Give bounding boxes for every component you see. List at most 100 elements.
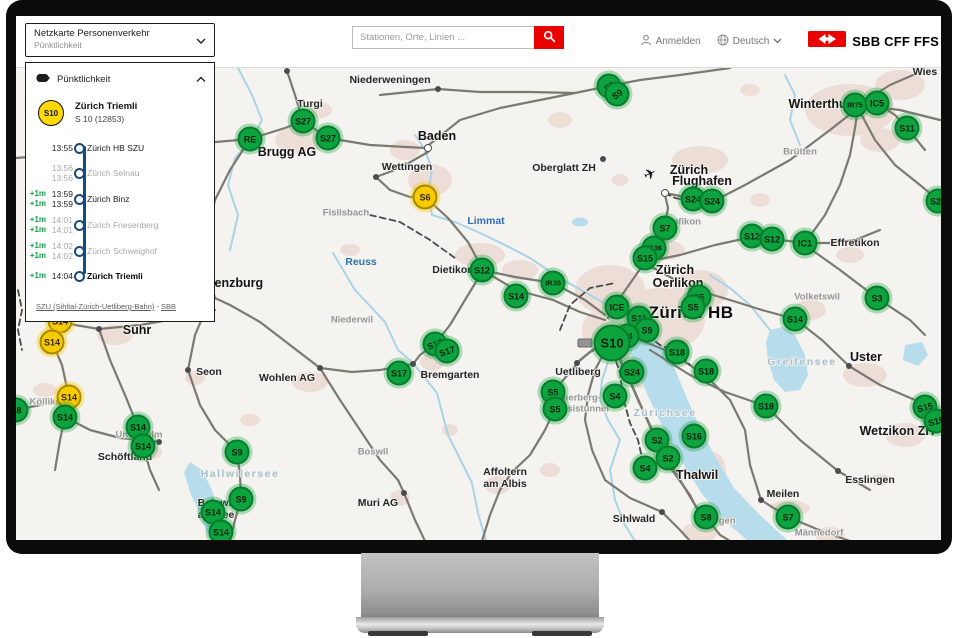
map-badge-re[interactable]: RE: [238, 127, 263, 152]
station-dot: [410, 361, 416, 367]
map-badge-s3[interactable]: S3: [865, 286, 890, 311]
stop-row: +1m+1m14:0114:01Zürich Friesenberg: [26, 212, 214, 238]
train-number: S 10 (12853): [75, 113, 137, 125]
search-input[interactable]: [352, 26, 534, 49]
map-label-dietikon: Dietikon: [432, 264, 473, 276]
stop-row: +1m14:04Zürich Triemli: [26, 264, 214, 288]
station-dot: [574, 360, 580, 366]
map-label-wohlen-ag: Wohlen AG: [259, 372, 315, 384]
map-label-hallwilersee: Hallwilersee: [201, 468, 280, 480]
map-label-niederwil: Niederwil: [331, 315, 373, 326]
map-label-greifensee: Greifensee: [767, 356, 836, 368]
stop-timeline: 13:55Zürich HB SZU13:5613:56Zürich Selna…: [26, 128, 214, 290]
stop-delay: +1m: [26, 271, 46, 281]
map-badge-s15[interactable]: S15: [633, 246, 658, 271]
panel-header[interactable]: Pünktlichkeit: [26, 63, 214, 94]
map-badge-ic1[interactable]: IC1: [793, 231, 818, 256]
login-button[interactable]: Anmelden: [640, 34, 701, 49]
map-badge-ic5[interactable]: IC5: [865, 91, 890, 116]
search-button[interactable]: [534, 26, 564, 49]
map-badge-s16[interactable]: S16: [682, 424, 707, 449]
map-badge-s11[interactable]: S11: [895, 116, 920, 141]
map-label-uster: Uster: [850, 350, 882, 364]
map-badge-s17[interactable]: S17: [387, 361, 412, 386]
map-badge-s9[interactable]: S9: [229, 487, 254, 512]
monitor-stand: [361, 553, 599, 619]
map-label-brugg-ag: Brugg AG: [258, 145, 317, 159]
chevron-up-icon[interactable]: [196, 70, 206, 88]
map-badge-s14[interactable]: S14: [40, 330, 65, 355]
stop-row: 13:5613:56 Zürich Selnau: [26, 160, 214, 186]
sbb-link[interactable]: SBB: [161, 302, 176, 311]
sbb-logo-text: SBB CFF FFS: [852, 34, 939, 49]
map-badge-s27[interactable]: S27: [316, 126, 341, 151]
map-badge-s4[interactable]: S4: [603, 384, 628, 409]
stop-time: 14:0214:02: [46, 241, 73, 261]
map-badge-s12[interactable]: S12: [470, 258, 495, 283]
map-badge-ir35[interactable]: IR35: [541, 271, 566, 296]
map-badge-s5[interactable]: S5: [681, 295, 706, 320]
map-label-fislisbach: Fislisbach: [323, 208, 369, 219]
language-selector[interactable]: Deutsch: [717, 34, 783, 49]
map-badge-s5[interactable]: S5: [543, 397, 568, 422]
chevron-down-icon: [196, 38, 206, 45]
layer-select-title: Netzkarte Personenverkehr: [34, 28, 206, 40]
stop-row: +1m+1m14:0214:02Zürich Schweighof: [26, 238, 214, 264]
map-badge-s24[interactable]: S24: [620, 360, 645, 385]
map-badge-s10[interactable]: S10: [594, 325, 631, 362]
operator-link[interactable]: SZU (Sihltal-Zürich-Uetliberg-Bahn): [36, 302, 154, 311]
monitor-foot-left: [368, 631, 428, 636]
map-badge-s4[interactable]: S4: [633, 456, 658, 481]
map-label-bremgarten: Bremgarten: [421, 369, 480, 381]
stop-name: Zürich Triemli: [85, 271, 214, 281]
stop-time: 13:5613:56: [46, 163, 73, 183]
punctuality-panel: Pünktlichkeit S10 Zürich Triemli S 10 (1…: [25, 62, 215, 322]
station-dot: [424, 144, 432, 152]
map-label-br-tten: Brütten: [783, 147, 817, 158]
map-badge-s18[interactable]: S18: [665, 340, 690, 365]
login-label: Anmelden: [656, 36, 701, 47]
map-badge-s14[interactable]: S14: [504, 284, 529, 309]
map-label-thalwil: Thalwil: [676, 468, 718, 482]
language-label: Deutsch: [733, 36, 770, 47]
train-name: Zürich Triemli: [75, 101, 137, 113]
station-dot: [317, 365, 323, 371]
map-badge-s14[interactable]: S14: [53, 405, 78, 430]
stop-name: Zürich Selnau: [85, 168, 214, 178]
station-dot: [659, 509, 665, 515]
map-badge-s18[interactable]: S18: [694, 359, 719, 384]
map-label-am-albis: am Albis: [483, 478, 526, 490]
app-screen: NiederweningenTurgiBadenBrugg AGWettinge…: [16, 16, 941, 540]
station-dot: [373, 174, 379, 180]
map-badge-s27[interactable]: S27: [291, 109, 316, 134]
sbb-logo[interactable]: SBB CFF FFS: [808, 31, 939, 52]
station-dot: [846, 363, 852, 369]
stop-name: Zürich Friesenberg: [85, 220, 214, 230]
map-label-wies: Wies: [913, 67, 937, 78]
map-badge-s8[interactable]: S8: [694, 505, 719, 530]
map-badge-s14[interactable]: S14: [209, 520, 234, 541]
map-badge-s18[interactable]: S18: [754, 394, 779, 419]
map-badge-s24[interactable]: S24: [700, 189, 725, 214]
station-dot: [185, 367, 191, 373]
map-badge-s6[interactable]: S6: [413, 185, 438, 210]
map-label-reuss: Reuss: [345, 256, 377, 268]
map-label-niederweningen: Niederweningen: [349, 74, 430, 86]
map-label-esslingen: Esslingen: [845, 474, 895, 486]
punctuality-icon: [36, 70, 50, 88]
map-badge-s7[interactable]: S7: [776, 505, 801, 530]
stop-time: 14:0114:01: [46, 215, 73, 235]
map-label-muri-ag: Muri AG: [358, 497, 398, 509]
map-label-sihlwald: Sihlwald: [613, 513, 656, 525]
stop-row: +1m+1m13:5913:59Zürich Binz: [26, 186, 214, 212]
map-badge-s12[interactable]: S12: [760, 227, 785, 252]
map-label-uetliberg: Uetliberg: [555, 366, 601, 378]
map-badge-s2[interactable]: S2: [656, 446, 681, 471]
timeline-node: [74, 220, 85, 231]
map-label-meilen: Meilen: [767, 488, 800, 500]
map-badge-s9[interactable]: S9: [225, 440, 250, 465]
map-badge-s14[interactable]: S14: [131, 434, 156, 459]
map-label-wetzikon-zh: Wetzikon ZH: [860, 424, 935, 438]
map-badge-s14[interactable]: S14: [783, 307, 808, 332]
layer-select-dropdown[interactable]: Netzkarte Personenverkehr Pünktlichkeit: [25, 23, 215, 57]
